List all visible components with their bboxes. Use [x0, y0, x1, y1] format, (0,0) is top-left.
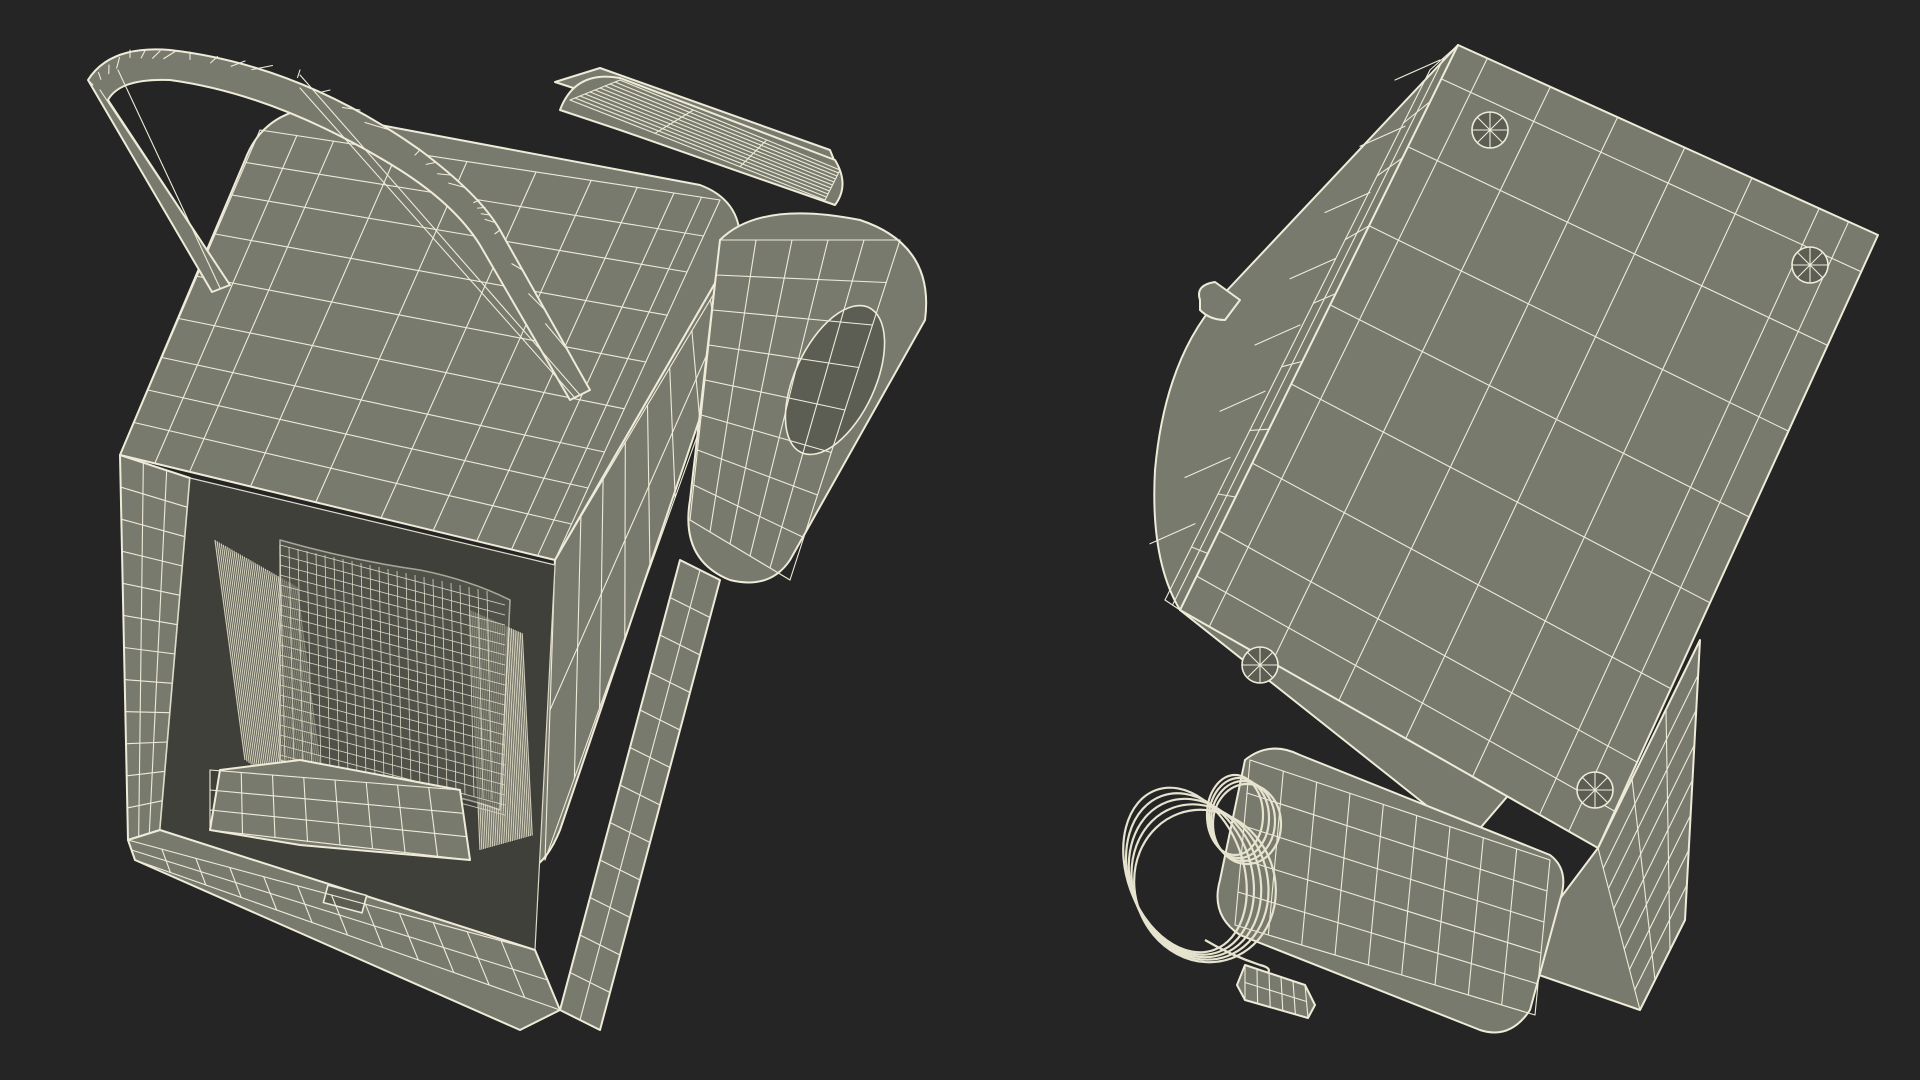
- motor-end-cap: [687, 212, 928, 584]
- wire-edge: [624, 441, 626, 639]
- wire-edge: [117, 69, 221, 289]
- bottom-panel: [1179, 44, 1879, 849]
- wire-edge: [99, 89, 231, 286]
- wire-edge: [476, 206, 486, 209]
- render-viewport: [0, 0, 1920, 1080]
- right-machine-model: [1122, 44, 1879, 1034]
- wireframe-render: [87, 44, 1879, 1034]
- power-plug: [1236, 964, 1316, 1019]
- left-machine-model: [87, 48, 928, 1031]
- wire-edge: [296, 69, 301, 79]
- wire-edge: [319, 89, 331, 94]
